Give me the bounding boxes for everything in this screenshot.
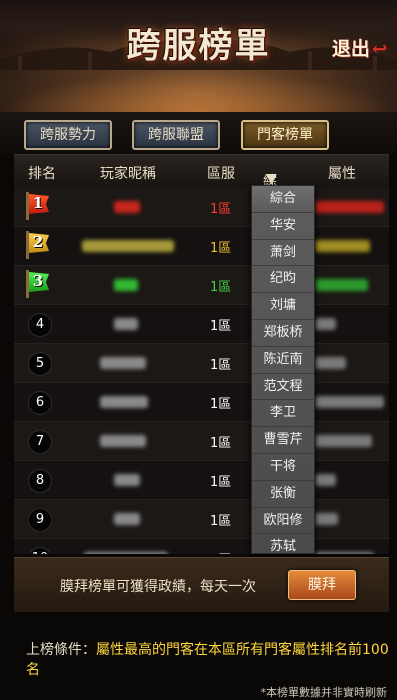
header-banner: 跨服榜單 退出 ↩ xyxy=(0,0,397,112)
worship-hint: 膜拜榜單可獲得政績，每天一次 xyxy=(60,579,256,595)
server-value: 1區 xyxy=(210,280,232,295)
server-value: 1區 xyxy=(210,397,232,412)
tab-bar: 跨服勢力 跨服聯盟 門客榜單 xyxy=(0,112,397,154)
table-row[interactable]: 8 1區 xyxy=(14,461,389,500)
col-server: 區服 xyxy=(207,166,235,182)
player-name-blurred xyxy=(114,318,138,330)
player-name-blurred xyxy=(114,474,140,486)
server-value: 1區 xyxy=(210,436,232,451)
rank-number: 5 xyxy=(28,352,52,376)
table-row[interactable]: 5 1區 xyxy=(14,344,389,383)
col-rank: 排名 xyxy=(28,166,56,182)
rank-number: 4 xyxy=(28,313,52,337)
player-name-blurred xyxy=(114,201,140,213)
table-row[interactable]: 9 1區 xyxy=(14,500,389,539)
player-name-blurred xyxy=(84,552,168,554)
dropdown-option-chenjinnan[interactable]: 陈近南 xyxy=(252,347,314,374)
server-value: 1區 xyxy=(210,514,232,529)
server-value: 1區 xyxy=(210,475,232,490)
ranking-list: 1 1區 2 1區 3 1區 4 1區 5 1區 6 1區 7 1區 8 1區 … xyxy=(14,188,389,554)
server-value: 1區 xyxy=(210,358,232,373)
tab-retainer-ranking[interactable]: 門客榜單 xyxy=(241,120,329,150)
dropdown-option-zhangheng[interactable]: 张衡 xyxy=(252,481,314,508)
worship-bar: 膜拜榜單可獲得政績，每天一次 膜拜 xyxy=(14,557,389,612)
attribute-blurred xyxy=(314,513,338,525)
col-attribute: 屬性 xyxy=(328,166,356,182)
dropdown-option-composite[interactable]: 綜合 xyxy=(252,186,314,213)
tab-cross-server-alliance[interactable]: 跨服聯盟 xyxy=(132,120,220,150)
col-nickname: 玩家昵稱 xyxy=(100,166,156,182)
player-name-blurred xyxy=(82,240,174,252)
attribute-blurred xyxy=(314,474,336,486)
logout-button[interactable]: 退出 ↩ xyxy=(332,34,387,61)
rank-number: 8 xyxy=(28,469,52,493)
dropdown-option-huaan[interactable]: 华安 xyxy=(252,213,314,240)
server-value: 1區 xyxy=(210,319,232,334)
attribute-blurred xyxy=(314,435,372,447)
attribute-blurred xyxy=(314,396,384,408)
attribute-blurred xyxy=(314,279,368,291)
server-value: 1區 xyxy=(210,241,232,256)
rank-2-flag-icon: 2 xyxy=(24,231,50,259)
dropdown-option-liuyong[interactable]: 刘墉 xyxy=(252,293,314,320)
player-name-blurred xyxy=(100,435,146,447)
dropdown-option-jiyun[interactable]: 纪昀 xyxy=(252,266,314,294)
ranking-condition: 上榜條件：屬性最高的門客在本區所有門客屬性排名前100名 xyxy=(26,639,397,679)
server-value: 1區 xyxy=(210,202,232,217)
dropdown-option-ganjiang[interactable]: 干将 xyxy=(252,454,314,481)
rank-1-flag-icon: 1 xyxy=(24,192,50,220)
banner-glow xyxy=(0,72,397,112)
table-row[interactable]: 1 1區 xyxy=(14,188,389,227)
table-row[interactable]: 10 1區 xyxy=(14,539,389,554)
tab-cross-server-power[interactable]: 跨服勢力 xyxy=(24,120,112,150)
rank-3-flag-icon: 3 xyxy=(24,270,50,298)
logout-icon: ↩ xyxy=(371,39,387,60)
rank-number: 9 xyxy=(28,508,52,532)
dropdown-option-xiaojian[interactable]: 萧剑 xyxy=(252,240,314,267)
player-name-blurred xyxy=(114,513,140,525)
dropdown-option-caoxueqin[interactable]: 曹雪芹 xyxy=(252,427,314,454)
attribute-blurred xyxy=(314,318,336,330)
dropdown-option-ouyangxiu[interactable]: 欧阳修 xyxy=(252,508,314,535)
table-row[interactable]: 2 1區 xyxy=(14,227,389,266)
attribute-blurred xyxy=(314,240,370,252)
table-row[interactable]: 4 1區 xyxy=(14,305,389,344)
player-name-blurred xyxy=(114,279,138,291)
dropdown-option-liwei[interactable]: 李卫 xyxy=(252,400,314,428)
table-header: 排名 玩家昵稱 區服 綜合▼ 屬性 xyxy=(14,154,389,210)
rank-number: 10 xyxy=(28,547,52,554)
table-row[interactable]: 7 1區 xyxy=(14,422,389,461)
attribute-blurred xyxy=(314,201,384,213)
composite-dropdown-menu: 綜合 华安 萧剑 纪昀 刘墉 郑板桥 陈近南 范文程 李卫 曹雪芹 干将 张衡 … xyxy=(251,185,315,562)
player-name-blurred xyxy=(100,357,146,369)
player-name-blurred xyxy=(100,396,148,408)
worship-button[interactable]: 膜拜 xyxy=(288,570,356,600)
dropdown-option-fanwencheng[interactable]: 范文程 xyxy=(252,374,314,401)
attribute-blurred xyxy=(314,552,374,554)
logout-label: 退出 xyxy=(331,38,370,60)
attribute-blurred xyxy=(314,357,346,369)
table-row[interactable]: 6 1區 xyxy=(14,383,389,422)
server-value: 1區 xyxy=(210,549,231,554)
rank-number: 6 xyxy=(28,391,52,415)
table-row[interactable]: 3 1區 xyxy=(14,266,389,305)
dropdown-option-zhengbanqiao[interactable]: 郑板桥 xyxy=(252,320,314,347)
condition-label: 上榜條件： xyxy=(26,642,96,658)
data-refresh-note: *本榜單數據并非實時刷新 xyxy=(260,686,388,699)
rank-number: 7 xyxy=(28,430,52,454)
